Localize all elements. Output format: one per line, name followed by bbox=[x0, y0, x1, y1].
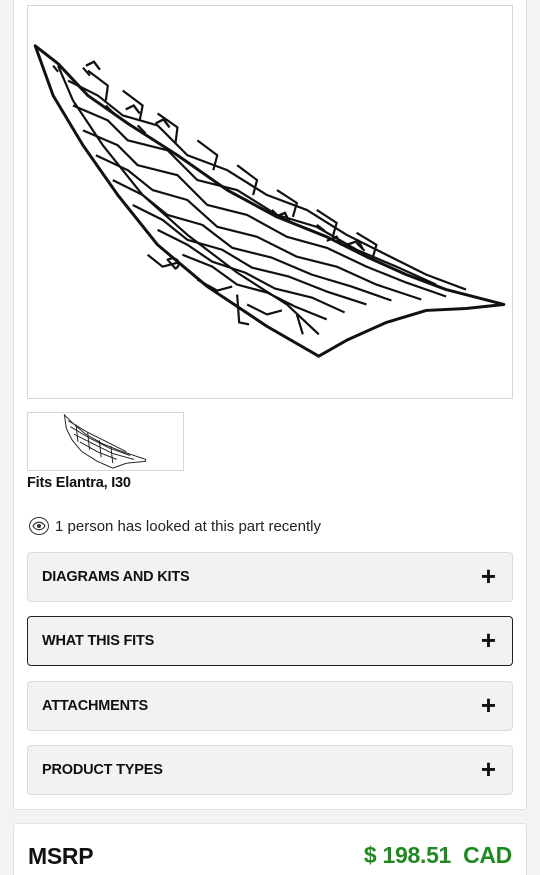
main-product-image[interactable] bbox=[27, 5, 513, 399]
accordion-label: WHAT THIS FITS bbox=[42, 633, 155, 649]
accordion-what-this-fits[interactable]: WHAT THIS FITS + bbox=[27, 616, 513, 666]
plus-icon[interactable]: + bbox=[481, 756, 496, 782]
recent-views-text: 1 person has looked at this part recentl… bbox=[55, 517, 321, 535]
msrp-label: MSRP bbox=[28, 843, 94, 869]
thumbnail-image[interactable] bbox=[27, 412, 184, 471]
price-currency: CAD bbox=[463, 842, 512, 868]
accordion-label: PRODUCT TYPES bbox=[42, 762, 163, 778]
recent-views-notice: 1 person has looked at this part recentl… bbox=[29, 517, 321, 535]
grille-thumbnail bbox=[63, 413, 147, 469]
accordion-product-types[interactable]: PRODUCT TYPES + bbox=[27, 745, 513, 795]
price-amount: $ 198.51 bbox=[363, 842, 452, 868]
accordion-label: ATTACHMENTS bbox=[42, 698, 148, 714]
price-value: $ 198.51 CAD bbox=[364, 842, 512, 869]
plus-icon[interactable]: + bbox=[481, 692, 496, 718]
grille-illustration bbox=[33, 44, 506, 358]
accordion-attachments[interactable]: ATTACHMENTS + bbox=[27, 681, 513, 731]
plus-icon[interactable]: + bbox=[481, 563, 496, 589]
eye-icon bbox=[29, 517, 49, 535]
accordion-label: DIAGRAMS AND KITS bbox=[42, 569, 190, 585]
plus-icon[interactable]: + bbox=[481, 627, 496, 653]
fitment-text: Fits Elantra, I30 bbox=[27, 475, 131, 491]
accordion-diagrams-and-kits[interactable]: DIAGRAMS AND KITS + bbox=[27, 552, 513, 602]
price-card: MSRP $ 198.51 CAD bbox=[13, 823, 527, 875]
